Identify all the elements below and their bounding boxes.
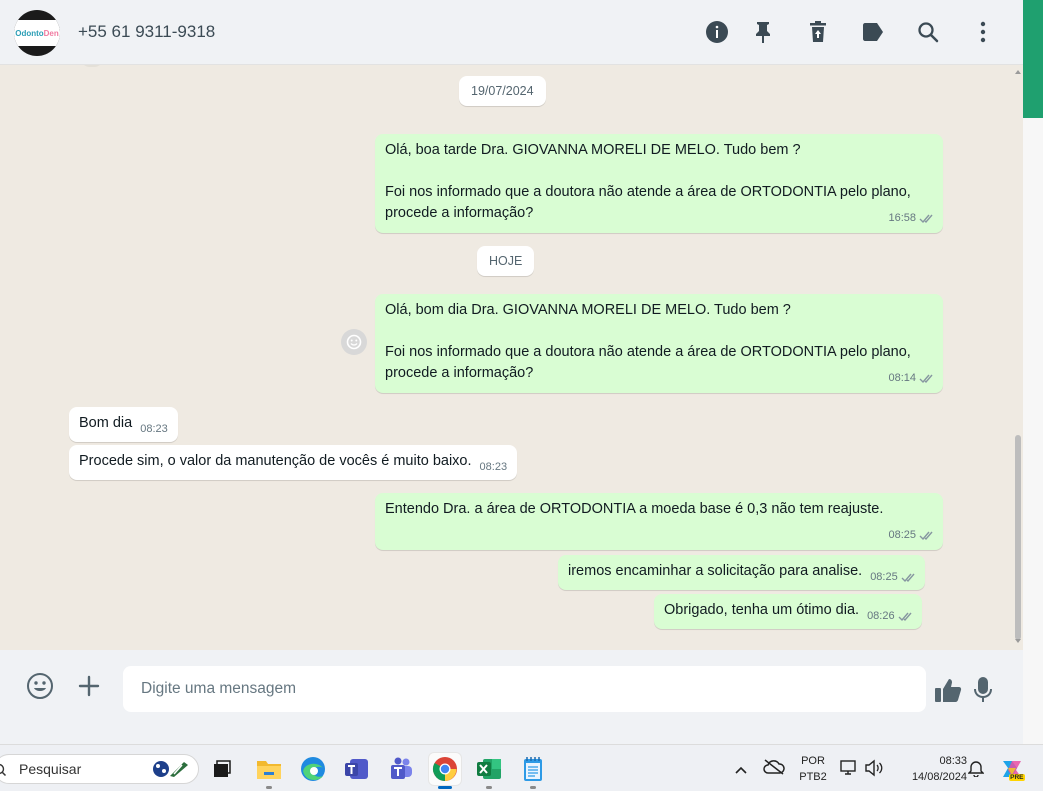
language-code: POR xyxy=(801,755,825,767)
attach-plus-icon[interactable] xyxy=(74,671,104,701)
notepad-icon[interactable] xyxy=(517,753,549,789)
read-ticks-icon xyxy=(901,573,915,583)
message-outgoing[interactable]: Obrigado, tenha um ótimo dia. 08:26 xyxy=(654,594,922,629)
message-time: 16:58 xyxy=(888,212,916,224)
date-separator: HOJE xyxy=(477,246,535,276)
adjacent-window-accent xyxy=(1023,0,1043,118)
read-ticks-icon xyxy=(919,374,933,384)
delete-icon[interactable] xyxy=(805,19,831,45)
clock-date: 14/08/2024 xyxy=(911,771,967,783)
message-time: 08:23 xyxy=(479,461,508,473)
message-outgoing[interactable]: Olá, boa tarde Dra. GIOVANNA MORELI DE M… xyxy=(375,134,943,233)
info-icon[interactable] xyxy=(704,19,730,45)
message-text: Obrigado, tenha um ótimo dia. xyxy=(664,602,860,618)
contact-avatar[interactable]: Odonto Den xyxy=(14,10,60,56)
message-text: Bom dia xyxy=(79,415,133,431)
read-ticks-icon xyxy=(898,612,912,622)
compose-bar xyxy=(0,650,1023,722)
clock-time: 08:33 xyxy=(939,755,967,767)
message-input[interactable] xyxy=(123,666,926,712)
teams-work-icon[interactable] xyxy=(341,753,373,785)
message-text: Procede sim, o valor da manutenção de vo… xyxy=(79,453,472,469)
scroll-down-arrow-icon[interactable] xyxy=(1014,638,1022,644)
message-time: 08:14 xyxy=(888,372,916,384)
windows-taskbar: Pesquisar POR PTB2 08:33 14/08/2024 PRE xyxy=(0,744,1043,791)
chrome-icon[interactable] xyxy=(429,753,461,789)
partial-reaction-icon xyxy=(80,65,104,67)
message-meta: 16:58 xyxy=(888,208,935,229)
message-time: 08:25 xyxy=(888,529,916,541)
running-indicator xyxy=(486,786,492,789)
message-outgoing[interactable]: Olá, bom dia Dra. GIOVANNA MORELI DE MEL… xyxy=(375,294,943,393)
message-text: Entendo Dra. a área de ORTODONTIA a moed… xyxy=(385,501,884,517)
message-list[interactable]: 19/07/2024 Olá, boa tarde Dra. GIOVANNA … xyxy=(0,65,1023,650)
message-outgoing[interactable]: Entendo Dra. a área de ORTODONTIA a moed… xyxy=(375,493,943,550)
chat-header: Odonto Den +55 61 9311-9318 xyxy=(0,0,1023,65)
message-meta: 08:26 xyxy=(867,606,914,627)
message-text: Olá, boa tarde Dra. GIOVANNA MORELI DE M… xyxy=(385,142,911,221)
input-language-indicator[interactable]: POR PTB2 xyxy=(797,753,829,785)
file-explorer-icon[interactable] xyxy=(253,753,285,789)
running-indicator xyxy=(530,786,536,789)
search-highlight-icon xyxy=(153,761,188,777)
date-separator: 19/07/2024 xyxy=(459,76,546,106)
message-text: iremos encaminhar a solicitação para ana… xyxy=(568,563,863,579)
search-icon xyxy=(0,763,7,777)
read-ticks-icon xyxy=(919,214,933,224)
message-incoming[interactable]: Procede sim, o valor da manutenção de vo… xyxy=(69,445,518,480)
microphone-icon[interactable] xyxy=(968,675,998,705)
thumbs-up-icon[interactable] xyxy=(933,675,963,705)
react-emoji-icon[interactable] xyxy=(341,329,367,355)
message-meta: 08:14 xyxy=(888,368,935,389)
taskbar-search[interactable]: Pesquisar xyxy=(0,754,199,784)
message-meta: 08:25 xyxy=(888,525,935,546)
taskbar-search-label: Pesquisar xyxy=(19,761,82,777)
copilot-icon[interactable]: PRE xyxy=(999,757,1025,781)
search-icon[interactable] xyxy=(915,19,941,45)
task-view-icon[interactable] xyxy=(206,753,238,785)
active-indicator xyxy=(438,786,452,789)
scroll-up-arrow-icon[interactable] xyxy=(1014,69,1022,75)
label-icon[interactable] xyxy=(860,19,886,45)
message-meta: 08:25 xyxy=(870,567,917,588)
teams-icon[interactable] xyxy=(385,753,417,785)
message-text: Olá, bom dia Dra. GIOVANNA MORELI DE MEL… xyxy=(385,302,911,381)
copilot-badge: PRE xyxy=(1008,774,1025,781)
notification-bell-icon[interactable] xyxy=(967,759,985,782)
avatar-logo: Odonto Den xyxy=(14,20,60,46)
excel-icon[interactable] xyxy=(473,753,505,789)
message-time: 08:25 xyxy=(870,571,898,583)
message-outgoing[interactable]: iremos encaminhar a solicitação para ana… xyxy=(558,555,925,590)
onedrive-offline-icon[interactable] xyxy=(763,759,785,780)
contact-phone[interactable]: +55 61 9311-9318 xyxy=(78,22,215,42)
volume-icon[interactable] xyxy=(864,759,884,782)
message-time: 08:23 xyxy=(140,423,168,435)
message-time: 08:26 xyxy=(867,610,895,622)
pin-icon[interactable] xyxy=(750,19,776,45)
keyboard-layout: PTB2 xyxy=(799,771,827,783)
running-indicator xyxy=(266,786,272,789)
read-ticks-icon xyxy=(919,531,933,541)
emoji-icon[interactable] xyxy=(25,671,55,701)
tray-chevron-up-icon[interactable] xyxy=(734,762,748,780)
scrollbar-thumb[interactable] xyxy=(1015,435,1021,640)
network-icon[interactable] xyxy=(840,759,858,782)
clock[interactable]: 08:33 14/08/2024 xyxy=(893,753,967,785)
window-bottom-edge xyxy=(0,722,1043,744)
menu-icon[interactable] xyxy=(970,19,996,45)
edge-browser-icon[interactable] xyxy=(297,753,329,785)
message-incoming[interactable]: Bom dia 08:23 xyxy=(69,407,178,442)
